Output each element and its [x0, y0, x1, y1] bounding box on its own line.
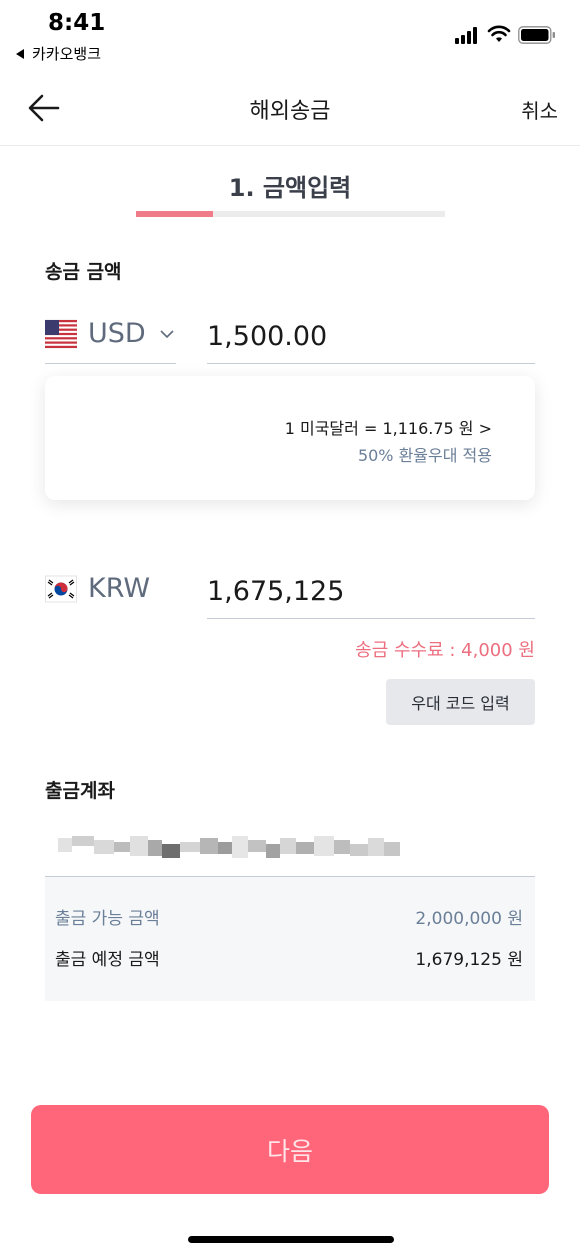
status-bar: 8:41 카카오뱅크	[0, 0, 580, 70]
back-triangle-icon	[16, 48, 24, 59]
transfer-fee-text: 송금 수수료 : 4,000 원	[355, 640, 535, 661]
send-amount-input[interactable]	[207, 312, 535, 356]
receive-amount-input[interactable]	[207, 567, 535, 611]
step-title: 1. 금액입력	[228, 174, 352, 202]
kr-flag-icon	[45, 575, 77, 603]
account-number-redacted[interactable]	[58, 832, 400, 866]
receive-amount-field[interactable]	[207, 567, 535, 619]
expected-amount-row: 출금 예정 금액 1,679,125 원	[55, 945, 523, 970]
available-amount-label: 출금 가능 금액	[55, 909, 160, 929]
home-indicator	[188, 1236, 394, 1243]
send-currency-code: USD	[88, 318, 146, 349]
step-progress-bar	[136, 211, 445, 217]
withdrawal-account-label: 출금계좌	[45, 780, 115, 802]
exchange-rate-card: 1 미국달러 = 1,116.75 원 > 50% 환율우대 적용	[45, 376, 535, 500]
back-app-label: 카카오뱅크	[32, 45, 102, 63]
status-time: 8:41	[48, 10, 106, 36]
available-amount-row: 출금 가능 금액 2,000,000 원	[55, 904, 523, 929]
rate-discount-text: 50% 환율우대 적용	[357, 446, 492, 465]
exchange-rate-link[interactable]: 1 미국달러 = 1,116.75 원 >	[285, 415, 492, 439]
next-button[interactable]: 다음	[31, 1105, 549, 1194]
available-amount-value: 2,000,000 원	[415, 909, 523, 929]
step-progress-fill	[136, 211, 214, 217]
currency-select[interactable]: USD	[45, 312, 176, 364]
page-title: 해외송금	[249, 99, 331, 124]
receive-currency-code: KRW	[88, 573, 151, 604]
send-amount-field[interactable]	[207, 312, 535, 364]
back-to-app-link[interactable]: 카카오뱅크	[16, 43, 101, 64]
battery-icon	[518, 26, 555, 44]
send-amount-label: 송금 금액	[45, 261, 122, 283]
cancel-button[interactable]: 취소	[521, 95, 558, 124]
us-flag-icon	[45, 319, 77, 349]
expected-amount-label: 출금 예정 금액	[55, 950, 160, 970]
chevron-down-icon	[160, 330, 174, 339]
wifi-icon	[487, 25, 511, 42]
promo-code-button[interactable]: 우대 코드 입력	[386, 679, 535, 725]
nav-bar: 해외송금 취소	[0, 70, 580, 146]
withdrawal-summary: 출금 가능 금액 2,000,000 원 출금 예정 금액 1,679,125 …	[45, 876, 535, 1001]
expected-amount-value: 1,679,125 원	[415, 950, 523, 970]
cellular-signal-icon	[455, 26, 481, 44]
